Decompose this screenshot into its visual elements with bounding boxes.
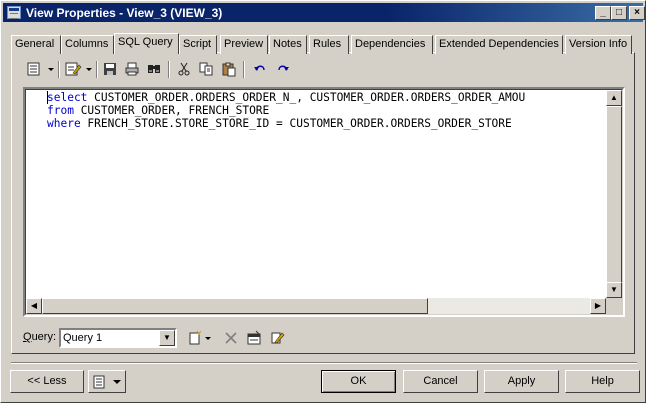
undo-icon[interactable] [249,59,271,79]
new-query-icon[interactable] [187,329,215,347]
sql-line-from: from CUSTOMER_ORDER, FRENCH_STORE [47,104,525,117]
tab-general[interactable]: General [11,35,61,54]
tab-rules[interactable]: Rules [309,35,349,54]
maximize-button[interactable]: □ [611,6,627,20]
print-icon[interactable] [121,59,143,79]
tab-version-info[interactable]: Version Info [565,35,632,54]
text-caret [47,91,48,104]
paste-icon[interactable] [218,59,240,79]
find-icon[interactable] [143,59,165,79]
chevron-down-icon[interactable]: ▼ [159,330,175,346]
tab-sql-query[interactable]: SQL Query [114,33,179,54]
sql-editor[interactable]: select CUSTOMER_ORDER.ORDERS_ORDER_N_, C… [23,87,625,317]
scroll-corner [606,298,622,314]
query-label: Query: [23,331,57,343]
sql-text: CUSTOMER_ORDER, FRENCH_STORE [73,104,270,117]
scroll-left-button[interactable]: ◀ [26,298,42,314]
properties-window: View Properties - View_3 (VIEW_3) _ □ × … [0,0,646,403]
edit-menu-icon[interactable] [63,59,95,79]
properties-menu-icon[interactable] [25,59,57,79]
window-icon [7,6,21,19]
tab-notes[interactable]: Notes [269,35,307,54]
toolbar-separator [168,61,170,78]
horizontal-scrollbar[interactable]: ◀ ▶ [26,298,606,314]
list-menu-button[interactable] [88,370,126,393]
toolbar-separator [243,61,245,78]
title-bar[interactable]: View Properties - View_3 (VIEW_3) _ □ × [3,3,645,22]
toolbar-separator [58,61,60,78]
horizontal-scroll-thumb[interactable] [42,298,428,314]
minimize-button[interactable]: _ [595,6,611,20]
tab-columns[interactable]: Columns [61,35,114,54]
delete-query-icon[interactable] [223,329,239,347]
sql-keyword: from [47,104,74,117]
help-button[interactable]: Help [565,370,640,393]
apply-button[interactable]: Apply [484,370,559,393]
query-select-value: Query 1 [63,332,103,344]
sql-line-select: select CUSTOMER_ORDER.ORDERS_ORDER_N_, C… [47,91,525,104]
redo-icon[interactable] [272,59,294,79]
less-button[interactable]: << Less [10,370,84,393]
vertical-scroll-thumb[interactable] [606,106,622,284]
copy-icon[interactable] [195,59,217,79]
sql-text: CUSTOMER_ORDER.ORDERS_ORDER_N_, CUSTOMER… [87,91,526,104]
save-icon[interactable] [99,59,121,79]
chevron-down-icon [113,379,121,384]
query-properties-icon[interactable] [246,329,262,347]
scroll-down-button[interactable]: ▼ [606,282,622,298]
tab-extended-dependencies[interactable]: Extended Dependencies [435,35,563,54]
tab-dependencies[interactable]: Dependencies [351,35,433,54]
footer-divider [11,362,637,364]
sql-keyword: where [47,117,81,130]
cut-icon[interactable] [173,59,195,79]
sql-line-where: where FRENCH_STORE.STORE_STORE_ID = CUST… [47,117,525,130]
window-title: View Properties - View_3 (VIEW_3) [26,6,223,20]
edit-query-icon[interactable] [269,329,285,347]
vertical-scrollbar[interactable]: ▲ ▼ [606,90,622,298]
sql-text: FRENCH_STORE.STORE_STORE_ID = CUSTOMER_O… [80,117,512,130]
cancel-button[interactable]: Cancel [403,370,478,393]
close-button[interactable]: × [629,6,645,20]
tab-script[interactable]: Script [179,35,217,54]
sql-code[interactable]: select CUSTOMER_ORDER.ORDERS_ORDER_N_, C… [47,91,525,130]
toolbar-separator [96,61,98,78]
list-icon [93,375,105,388]
tab-preview[interactable]: Preview [220,35,268,54]
sql-keyword: select [47,91,88,104]
ok-button[interactable]: OK [321,370,396,393]
scroll-right-button[interactable]: ▶ [590,298,606,314]
query-select[interactable]: Query 1 ▼ [59,328,177,348]
scroll-up-button[interactable]: ▲ [606,90,622,106]
